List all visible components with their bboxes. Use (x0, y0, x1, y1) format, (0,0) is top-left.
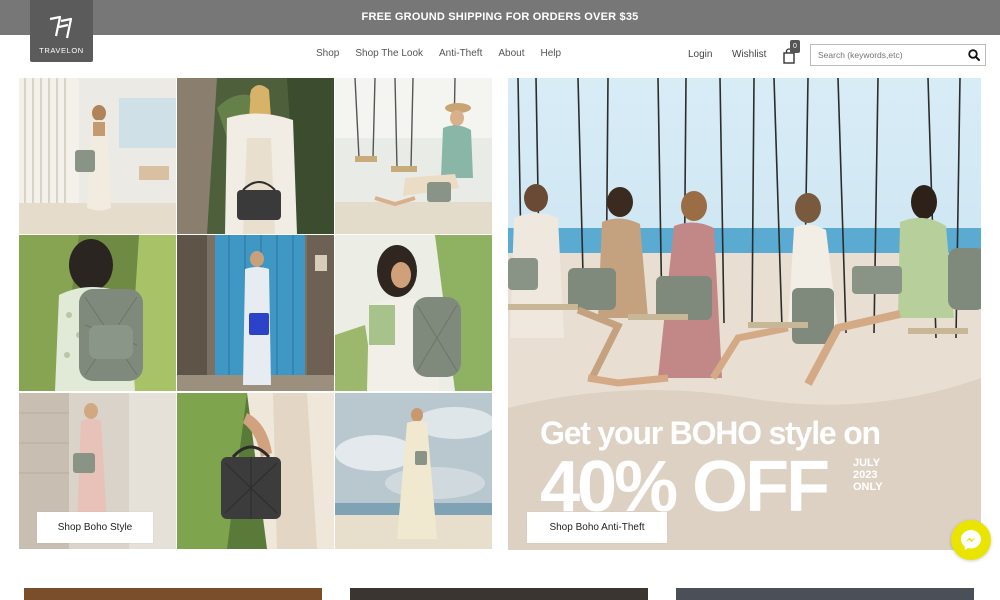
wishlist-link[interactable]: Wishlist (732, 49, 766, 60)
nav-about[interactable]: About (498, 48, 524, 59)
brand-name: TRAVELON (39, 46, 84, 55)
search-input[interactable] (811, 45, 963, 65)
hero-date-month: JULY (853, 457, 881, 469)
search-icon[interactable] (967, 48, 981, 62)
messenger-icon (961, 530, 981, 550)
photo-tile (335, 393, 492, 549)
nav-shop[interactable]: Shop (316, 48, 339, 59)
nav-shop-the-look[interactable]: Shop The Look (355, 48, 423, 59)
search-box (810, 44, 986, 66)
section-preview (350, 588, 648, 600)
photo-tile (335, 235, 492, 391)
nav-help[interactable]: Help (541, 48, 562, 59)
shop-boho-anti-theft-button[interactable]: Shop Boho Anti-Theft (527, 512, 667, 543)
photo-tile (335, 78, 492, 234)
promo-text: FREE GROUND SHIPPING FOR ORDERS OVER $35 (361, 11, 639, 23)
brand-logo[interactable]: TRAVELON (30, 0, 93, 62)
hero-date-year: 2023 (853, 469, 878, 481)
hero-date-only: ONLY (853, 481, 883, 493)
photo-tile (19, 78, 176, 234)
shop-boho-style-button[interactable]: Shop Boho Style (37, 512, 153, 543)
boho-photo-grid[interactable] (19, 78, 492, 550)
photo-tile (177, 78, 334, 234)
logo-mark-icon (49, 15, 73, 39)
nav-anti-theft[interactable]: Anti-Theft (439, 48, 482, 59)
photo-tile (177, 235, 334, 391)
section-preview (676, 588, 974, 600)
photo-tile (177, 393, 334, 549)
cart-count-badge: 0 (790, 40, 800, 53)
main-nav: Shop Shop The Look Anti-Theft About Help (316, 48, 577, 59)
hero-date-label: JULY 2023 ONLY (853, 457, 893, 493)
login-link[interactable]: Login (688, 49, 712, 60)
section-preview (24, 588, 322, 600)
messenger-chat-button[interactable] (951, 520, 991, 560)
photo-tile (19, 235, 176, 391)
promo-bar: FREE GROUND SHIPPING FOR ORDERS OVER $35 (0, 0, 1000, 35)
